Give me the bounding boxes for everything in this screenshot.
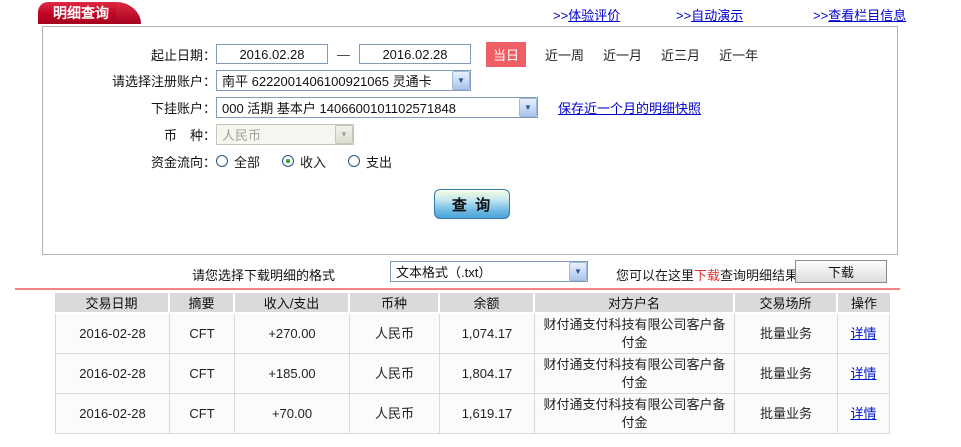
register-account-value: 南平 6222001406100921065 灵通卡 [222,73,432,89]
quick-range-year[interactable]: 近一年 [719,45,758,64]
quick-range-month[interactable]: 近一月 [603,45,642,64]
currency-label: 币 种： [163,127,216,143]
currency-row: 币 种： 人民币 ▼ [43,123,354,145]
cell-currency: 人民币 [350,314,440,355]
start-date-input[interactable] [216,44,328,64]
register-account-label: 请选择注册账户： [111,73,216,89]
view-column-info-link[interactable]: >>查看栏目信息 [813,5,906,24]
col-balance: 余额 [440,293,535,314]
cell-balance: 1,074.17 [440,314,535,355]
cell-date: 2016-02-28 [55,394,170,435]
download-hint: 您可以在这里下载查询明细结果 [616,265,798,284]
sub-account-label: 下挂账户： [150,100,216,116]
table-header-row: 交易日期 摘要 收入/支出 币种 余额 对方户名 交易场所 操作 [55,293,890,314]
cell-currency: 人民币 [350,394,440,435]
detail-query-page: 明细查询 >>体验评价 >>自动演示 >>查看栏目信息 起止日期： — 当日 近… [0,0,961,447]
link-label: 体验评价 [568,8,621,23]
table-separator-line [15,288,900,290]
cell-balance: 1,804.17 [440,354,535,395]
cell-place: 批量业务 [735,354,838,395]
col-summary: 摘要 [170,293,235,314]
flow-direction-row: 资金流向： 全部 收入 支出 [43,150,414,172]
cell-amount: +70.00 [235,394,350,435]
table-row: 2016-02-28 CFT +270.00 人民币 1,074.17 财付通支… [55,314,890,355]
quick-range-today[interactable]: 当日 [486,41,527,67]
download-format-label: 请您选择下载明细的格式 [192,268,336,283]
cell-amount: +270.00 [235,314,350,355]
page-title: 明细查询 [53,5,109,21]
link-label: 查看栏目信息 [828,8,907,23]
currency-value: 人民币 [222,127,262,143]
detail-link[interactable]: 详情 [850,326,876,341]
chevron-down-icon[interactable]: ▼ [452,70,470,90]
download-button[interactable]: 下载 [795,260,887,283]
sub-account-row: 下挂账户： 000 活期 基本户 1406600101102571848 ▼ 保… [43,96,701,118]
link-prefix: >> [553,8,569,23]
radio-icon[interactable] [216,155,228,167]
cell-date: 2016-02-28 [55,314,170,355]
sub-account-value: 000 活期 基本户 1406600101102571848 [222,100,456,116]
page-title-tab: 明细查询 [38,2,141,24]
download-format-select[interactable]: 文本格式（.txt） ▼ [390,261,588,282]
save-snapshot-link[interactable]: 保存近一个月的明细快照 [558,98,701,117]
cell-currency: 人民币 [350,354,440,395]
flow-radio-expense[interactable]: 支出 [348,152,392,171]
cell-amount: +185.00 [235,354,350,395]
sub-account-select[interactable]: 000 活期 基本户 1406600101102571848 ▼ [216,96,538,118]
query-button[interactable]: 查 询 [434,189,510,219]
quick-range-quarter[interactable]: 近三月 [661,45,700,64]
cell-place: 批量业务 [735,314,838,355]
end-date-input[interactable] [359,44,471,64]
cell-summary: CFT [170,394,235,435]
table-row: 2016-02-28 CFT +185.00 人民币 1,804.17 财付通支… [55,354,890,395]
chevron-down-icon: ▼ [335,124,353,144]
col-counterparty: 对方户名 [535,293,735,314]
transactions-table: 交易日期 摘要 收入/支出 币种 余额 对方户名 交易场所 操作 2016-02… [55,293,890,435]
cell-counterparty: 财付通支付科技有限公司客户备付金 [535,394,735,435]
cell-counterparty: 财付通支付科技有限公司客户备付金 [535,354,735,395]
query-form-panel: 起止日期： — 当日 近一周 近一月 近三月 近一年 请选择注册账户： 南平 6… [42,26,898,255]
flow-radio-all-label: 全部 [234,154,261,170]
date-dash: — [337,46,350,62]
col-place: 交易场所 [735,293,838,314]
register-account-row: 请选择注册账户： 南平 6222001406100921065 灵通卡 ▼ [43,69,471,91]
table-row: 2016-02-28 CFT +70.00 人民币 1,619.17 财付通支付… [55,394,890,435]
flow-radio-expense-label: 支出 [366,154,393,170]
col-action: 操作 [838,293,890,314]
cell-counterparty: 财付通支付科技有限公司客户备付金 [535,314,735,355]
download-hint-before: 您可以在这里 [616,268,695,283]
chevron-down-icon[interactable]: ▼ [569,262,587,281]
cell-balance: 1,619.17 [440,394,535,435]
radio-checked-icon[interactable] [282,155,295,167]
quick-range-week[interactable]: 近一周 [545,45,584,64]
detail-link[interactable]: 详情 [850,366,876,381]
currency-select: 人民币 ▼ [216,123,354,145]
flow-radio-income[interactable]: 收入 [282,152,326,171]
auto-demo-link[interactable]: >>自动演示 [676,5,743,24]
cell-summary: CFT [170,314,235,355]
download-format-value: 文本格式（.txt） [396,265,492,280]
cell-place: 批量业务 [735,394,838,435]
date-range-label: 起止日期： [150,47,216,63]
experience-review-link[interactable]: >>体验评价 [553,5,620,24]
col-date: 交易日期 [55,293,170,314]
download-hint-after: 查询明细结果 [720,268,799,283]
flow-radio-all[interactable]: 全部 [216,152,260,171]
download-hint-red: 下载 [694,268,721,283]
link-prefix: >> [676,8,692,23]
date-range-row: 起止日期： — 当日 近一周 近一月 近三月 近一年 [43,41,758,67]
cell-date: 2016-02-28 [55,354,170,395]
register-account-select[interactable]: 南平 6222001406100921065 灵通卡 ▼ [216,69,471,91]
detail-link[interactable]: 详情 [850,406,876,421]
link-prefix: >> [813,8,829,23]
flow-direction-label: 资金流向： [150,154,216,170]
col-currency: 币种 [350,293,440,314]
chevron-down-icon[interactable]: ▼ [519,97,537,117]
col-amount: 收入/支出 [235,293,350,314]
cell-summary: CFT [170,354,235,395]
link-label: 自动演示 [691,8,744,23]
radio-icon[interactable] [348,155,361,167]
flow-radio-income-label: 收入 [300,154,327,170]
